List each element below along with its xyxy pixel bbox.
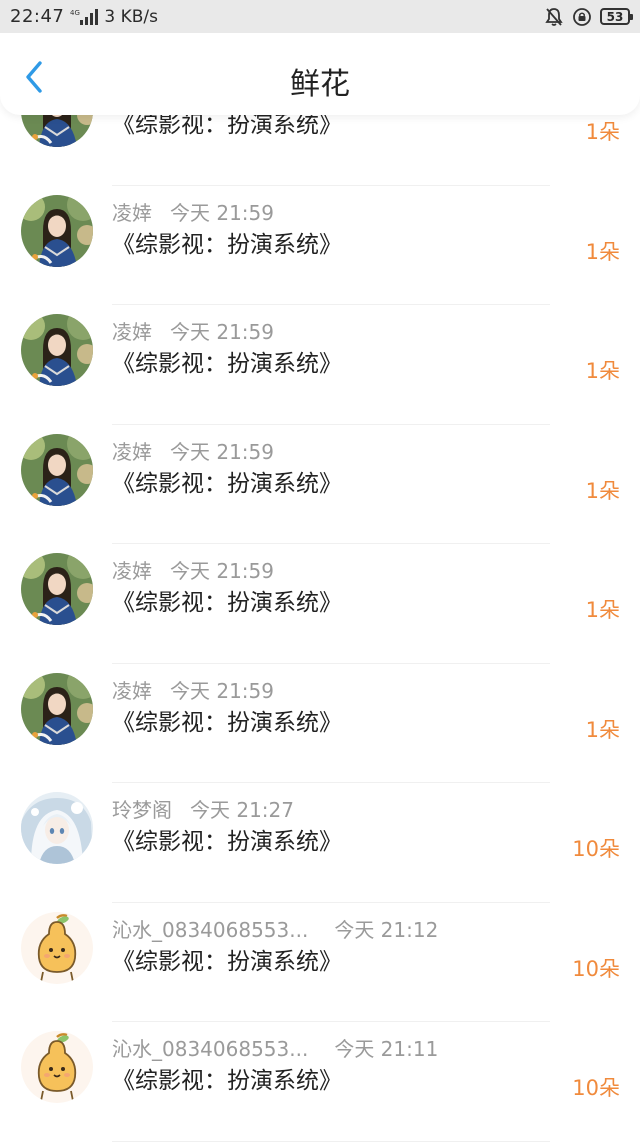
item-meta: 沁水_0834068553... 今天 21:11 bbox=[112, 1033, 438, 1062]
user-name[interactable]: 凌婞 bbox=[112, 675, 152, 704]
timestamp: 今天 21:59 bbox=[170, 678, 274, 703]
list-item[interactable]: 沁水_0834068553... 今天 21:11 《综影视：扮演系统》 10朵 bbox=[0, 1022, 640, 1142]
flower-count: 10朵 bbox=[572, 1076, 620, 1100]
user-name[interactable]: 沁水_0834068553... bbox=[112, 1033, 308, 1062]
timestamp: 今天 21:59 bbox=[170, 439, 274, 464]
item-meta: 凌婞 今天 21:59 bbox=[112, 436, 274, 465]
list-item[interactable]: 沁水_0834068553... 今天 21:12 《综影视：扮演系统》 10朵 bbox=[0, 903, 640, 1023]
status-time: 22:47 bbox=[10, 6, 65, 27]
avatar[interactable] bbox=[21, 1031, 93, 1103]
item-meta: 沁水_0834068553... 今天 21:12 bbox=[112, 914, 438, 943]
timestamp: 今天 21:12 bbox=[334, 917, 439, 942]
page-title: 鲜花 bbox=[290, 67, 350, 102]
list-item[interactable]: 凌婞 今天 21:59 《综影视：扮演系统》 1朵 bbox=[0, 305, 640, 425]
rotation-lock-icon bbox=[572, 7, 592, 27]
status-bar: 22:47 4G 3 KB/s 53 bbox=[0, 0, 640, 33]
list-item[interactable]: 玲梦阁 今天 21:27 《综影视：扮演系统》 10朵 bbox=[0, 783, 640, 903]
item-meta: 凌婞 今天 21:59 bbox=[112, 675, 274, 704]
user-name[interactable]: 凌婞 bbox=[112, 436, 152, 465]
status-left: 22:47 4G 3 KB/s bbox=[10, 6, 158, 27]
list-item[interactable]: 凌婞 今天 21:59 《综影视：扮演系统》 1朵 bbox=[0, 544, 640, 664]
list-item[interactable]: 凌婞 今天 21:59 《综影视：扮演系统》 1朵 bbox=[0, 425, 640, 545]
timestamp: 今天 21:59 bbox=[170, 200, 274, 225]
book-title[interactable]: 《综影视：扮演系统》 bbox=[112, 583, 342, 617]
nav-header: 鲜花 bbox=[0, 33, 640, 115]
book-title[interactable]: 《综影视：扮演系统》 bbox=[112, 1061, 342, 1095]
item-meta: 凌婞 今天 21:59 bbox=[112, 197, 274, 226]
flower-record-list: 《综影视：扮演系统》 1朵 凌婞 今天 21:59 《综影视：扮演系统》 1朵 … bbox=[0, 66, 640, 1142]
item-meta: 玲梦阁 今天 21:27 bbox=[112, 794, 294, 823]
timestamp: 今天 21:59 bbox=[170, 320, 274, 344]
bell-off-icon bbox=[544, 7, 564, 27]
flower-count: 1朵 bbox=[585, 478, 620, 503]
list-item[interactable]: 凌婞 今天 21:59 《综影视：扮演系统》 1朵 bbox=[0, 664, 640, 784]
battery-indicator: 53 bbox=[600, 8, 633, 25]
status-right: 53 bbox=[544, 7, 633, 27]
book-title[interactable]: 《综影视：扮演系统》 bbox=[112, 942, 342, 976]
avatar[interactable] bbox=[21, 434, 93, 506]
user-name[interactable]: 凌婞 bbox=[112, 316, 152, 345]
timestamp: 今天 21:59 bbox=[170, 559, 274, 583]
user-name[interactable]: 玲梦阁 bbox=[112, 794, 172, 823]
flower-count: 10朵 bbox=[572, 956, 620, 981]
network-speed: 3 KB/s bbox=[104, 6, 158, 27]
book-title[interactable]: 《综影视：扮演系统》 bbox=[112, 822, 342, 856]
flower-count: 10朵 bbox=[572, 837, 620, 861]
avatar[interactable] bbox=[21, 553, 93, 625]
user-name[interactable]: 沁水_0834068553... bbox=[112, 914, 308, 943]
book-title[interactable]: 《综影视：扮演系统》 bbox=[112, 464, 342, 498]
flower-count: 1朵 bbox=[585, 120, 620, 144]
book-title[interactable]: 《综影视：扮演系统》 bbox=[112, 225, 342, 259]
avatar[interactable] bbox=[21, 195, 93, 267]
item-meta: 凌婞 今天 21:59 bbox=[112, 555, 274, 584]
avatar[interactable] bbox=[21, 314, 93, 386]
flower-count: 1朵 bbox=[585, 717, 620, 742]
flower-count: 1朵 bbox=[585, 598, 620, 622]
book-title[interactable]: 《综影视：扮演系统》 bbox=[112, 703, 342, 737]
item-meta: 凌婞 今天 21:59 bbox=[112, 316, 274, 345]
flower-count: 1朵 bbox=[585, 239, 620, 264]
list-item[interactable]: 凌婞 今天 21:59 《综影视：扮演系统》 1朵 bbox=[0, 186, 640, 306]
book-title[interactable]: 《综影视：扮演系统》 bbox=[112, 344, 342, 378]
signal-icon: 4G bbox=[70, 8, 99, 26]
avatar[interactable] bbox=[21, 792, 93, 864]
avatar[interactable] bbox=[21, 912, 93, 984]
flower-count: 1朵 bbox=[585, 359, 620, 383]
user-name[interactable]: 凌婞 bbox=[112, 555, 152, 584]
user-name[interactable]: 凌婞 bbox=[112, 197, 152, 226]
network-type-label: 4G bbox=[70, 9, 80, 17]
timestamp: 今天 21:27 bbox=[190, 798, 294, 822]
timestamp: 今天 21:11 bbox=[334, 1037, 439, 1061]
avatar[interactable] bbox=[21, 673, 93, 745]
